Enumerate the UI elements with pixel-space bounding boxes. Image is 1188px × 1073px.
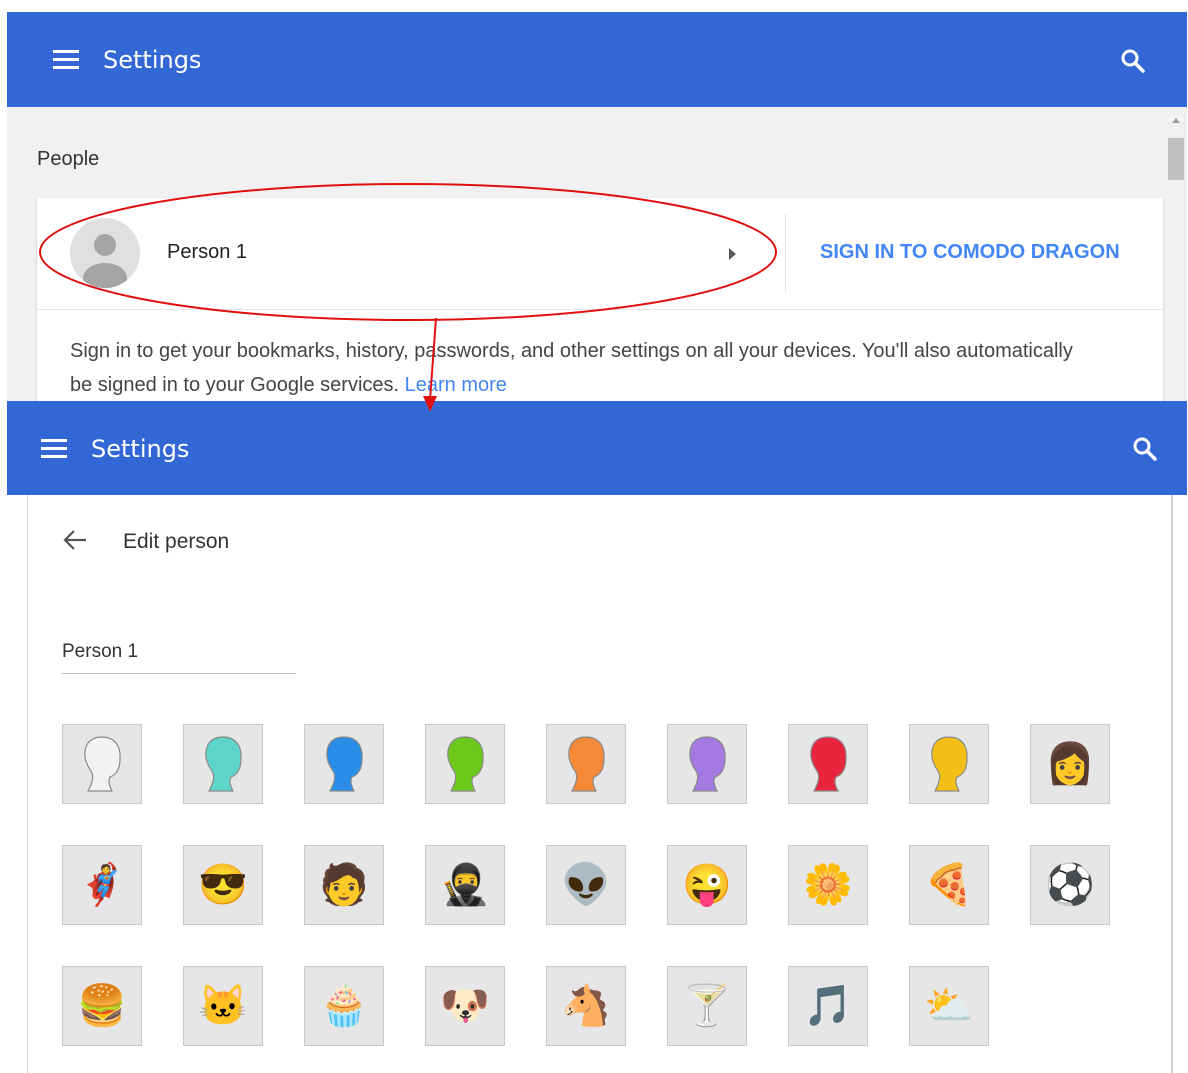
bottom-header-title: Settings: [91, 435, 190, 463]
avatar-tile[interactable]: 🎵: [788, 966, 868, 1046]
vertical-divider: [785, 214, 786, 292]
avatar-orange-head-icon: [568, 736, 605, 792]
avatar-businesswoman-icon: 👩: [1045, 742, 1095, 786]
edit-person-heading: Edit person: [123, 530, 230, 553]
top-scrollbar[interactable]: [1165, 110, 1187, 400]
horizontal-divider: [37, 309, 1163, 310]
avatar-tile[interactable]: 👽: [546, 845, 626, 925]
people-section-label: People: [37, 148, 100, 170]
menu-icon[interactable]: [41, 439, 67, 459]
scrollbar-thumb[interactable]: [1168, 138, 1184, 180]
avatar-tile[interactable]: 🐶: [425, 966, 505, 1046]
search-icon[interactable]: [1132, 436, 1158, 462]
avatar-tile[interactable]: ⛅: [909, 966, 989, 1046]
top-settings-header: Settings: [7, 12, 1187, 107]
avatar-tile[interactable]: 🐴: [546, 966, 626, 1046]
avatar-tile[interactable]: 👩: [1030, 724, 1110, 804]
avatar-teal-head-icon: [205, 736, 242, 792]
avatar-music-note-icon: 🎵: [803, 984, 853, 1028]
avatar-cat-icon: 🐱: [198, 984, 248, 1028]
avatar-tile[interactable]: [62, 724, 142, 804]
avatar-alien-icon: 👽: [561, 863, 611, 907]
avatar-blue-head-icon: [326, 736, 363, 792]
avatar-tile[interactable]: [788, 724, 868, 804]
avatar-purple-head-icon: [689, 736, 726, 792]
avatar-flower-icon: 🌼: [803, 863, 853, 907]
scroll-up-arrow-icon[interactable]: [1172, 118, 1180, 123]
avatar-tile[interactable]: 🐱: [183, 966, 263, 1046]
avatar-tile[interactable]: ⚽: [1030, 845, 1110, 925]
avatar-pizza-icon: 🍕: [924, 863, 974, 907]
avatar-tile[interactable]: 🥷: [425, 845, 505, 925]
avatar-woman-sunglasses-icon: 😎: [198, 863, 248, 907]
avatar-soccer-ball-icon: ⚽: [1045, 863, 1095, 907]
avatar-tile[interactable]: 😜: [667, 845, 747, 925]
avatar-horse-icon: 🐴: [561, 984, 611, 1028]
avatar-green-head-icon: [447, 736, 484, 792]
avatar-tile[interactable]: 🍸: [667, 966, 747, 1046]
avatar-tile[interactable]: [909, 724, 989, 804]
avatar-sun-cloud-icon: ⛅: [924, 984, 974, 1028]
learn-more-link[interactable]: Learn more: [405, 374, 507, 396]
avatar: [70, 218, 140, 288]
person-card: Person 1 SIGN IN TO COMODO DRAGON Sign i…: [37, 198, 1163, 402]
search-icon[interactable]: [1120, 48, 1146, 74]
menu-icon[interactable]: [53, 50, 79, 70]
sign-in-description: Sign in to get your bookmarks, history, …: [70, 334, 1080, 402]
avatar-tile[interactable]: 🌼: [788, 845, 868, 925]
avatar-cocktail-icon: 🍸: [682, 984, 732, 1028]
sign-in-button[interactable]: SIGN IN TO COMODO DRAGON: [820, 241, 1120, 264]
bottom-settings-header: Settings: [7, 401, 1187, 495]
avatar-tile[interactable]: 🧑: [304, 845, 384, 925]
description-text: Sign in to get your bookmarks, history, …: [70, 340, 1073, 396]
avatar-red-head-icon: [810, 736, 847, 792]
avatar-superhero-icon: 🦸: [77, 863, 127, 907]
avatar-white-head-icon: [84, 736, 121, 792]
person-avatar-icon: [83, 234, 127, 288]
back-arrow-icon[interactable]: [62, 529, 88, 551]
avatar-tile[interactable]: [183, 724, 263, 804]
avatar-tile[interactable]: 😎: [183, 845, 263, 925]
person-name[interactable]: Person 1: [167, 241, 247, 264]
avatar-tile[interactable]: 🍕: [909, 845, 989, 925]
avatar-cupcake-icon: 🧁: [319, 984, 369, 1028]
avatar-tile[interactable]: [546, 724, 626, 804]
avatar-tile[interactable]: 🍔: [62, 966, 142, 1046]
avatar-businessman-icon: 🧑: [319, 863, 369, 907]
chevron-right-icon[interactable]: [729, 248, 736, 260]
avatar-tile[interactable]: [304, 724, 384, 804]
top-header-title: Settings: [103, 46, 202, 74]
avatar-yellow-head-icon: [931, 736, 968, 792]
person-name-field-value[interactable]: Person 1: [62, 641, 138, 662]
avatar-tile[interactable]: 🦸: [62, 845, 142, 925]
avatar-smiley-icon: 😜: [682, 863, 732, 907]
avatar-ninja-icon: 🥷: [440, 863, 490, 907]
avatar-tile[interactable]: 🧁: [304, 966, 384, 1046]
person-name-field[interactable]: Person 1: [62, 641, 296, 674]
avatar-burger-icon: 🍔: [77, 984, 127, 1028]
avatar-tile[interactable]: [425, 724, 505, 804]
avatar-tile[interactable]: [667, 724, 747, 804]
avatar-dog-icon: 🐶: [440, 984, 490, 1028]
